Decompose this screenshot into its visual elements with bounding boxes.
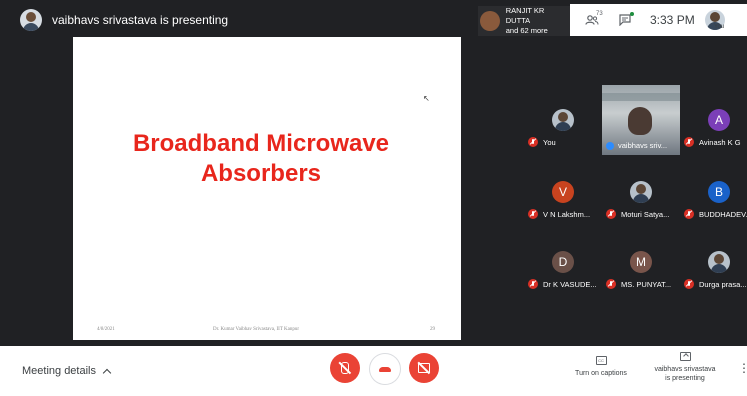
participant-tile[interactable]: D Dr K VASUDE... [524, 227, 601, 297]
chat-button[interactable] [612, 12, 638, 26]
participant-photo [630, 181, 652, 203]
more-vert-icon: ⋮ [738, 361, 747, 375]
presentation-status-button[interactable]: vaibhavs srivastava is presenting [646, 352, 724, 383]
presenter-avatar [20, 9, 42, 31]
captions-button[interactable]: CC Turn on captions [566, 356, 636, 377]
participant-name: BUDDHADEV... [699, 209, 747, 219]
mic-muted-icon [528, 279, 538, 289]
video-background [602, 93, 680, 101]
mic-muted-icon [684, 209, 694, 219]
leave-call-button[interactable] [369, 353, 401, 385]
participant-label: BUDDHADEV... [684, 209, 747, 219]
mic-muted-icon [606, 209, 616, 219]
participant-initial-avatar: B [708, 181, 730, 203]
participant-label: Durga prasa... [684, 279, 747, 289]
participant-photo [552, 109, 574, 131]
participant-name: Avinash K G [699, 137, 741, 147]
presentation-slide: Broadband Microwave Absorbers ↖ 4/8/2021… [73, 37, 461, 340]
slide-footer-date: 4/8/2021 [97, 327, 115, 332]
mouse-cursor-icon: ↖ [423, 94, 430, 103]
slide-title-line1: Broadband Microwave [132, 130, 390, 157]
participant-video-face [628, 107, 652, 135]
mic-muted-icon [528, 137, 538, 147]
participant-name: Moturi Satya... [621, 209, 670, 219]
people-button[interactable]: 73 [578, 11, 606, 25]
captions-label: Turn on captions [575, 370, 627, 377]
participant-name: Durga prasa... [699, 279, 747, 289]
presentation-status-label: vaibhavs srivastava is presenting [646, 365, 724, 383]
slide-footer-author: Dr. Kumar Vaibhav Srivastava, IIT Kanpur [213, 327, 300, 332]
participant-summary-more: and 62 more [505, 26, 548, 35]
participant-summary-avatar [480, 11, 500, 31]
participant-tile[interactable]: A Avinash K G [680, 85, 747, 155]
participant-photo [708, 251, 730, 273]
participant-name: vaibhavs sriv... [618, 141, 668, 150]
participant-initial-avatar: A [708, 109, 730, 131]
self-label: You [714, 24, 725, 30]
chat-notification-dot [630, 12, 634, 16]
participant-label: MS. PUNYAT... [606, 279, 679, 289]
participant-name: MS. PUNYAT... [621, 279, 672, 289]
presentation-status-line2: is presenting [665, 375, 705, 382]
participant-name: Dr K VASUDE... [543, 279, 597, 289]
participant-grid: You vaibhavs sriv... A Avinash K G V V N… [524, 85, 747, 295]
participant-label: Avinash K G [684, 137, 747, 147]
speaking-indicator-icon [606, 141, 614, 150]
phone-hangup-icon [379, 366, 391, 372]
participant-tile[interactable]: B BUDDHADEV... [680, 157, 747, 227]
top-toolbar: 73 3:33 PM [570, 4, 747, 36]
presentation-status-line1: vaibhavs srivastava [654, 366, 716, 373]
participant-initial-avatar: D [552, 251, 574, 273]
participant-summary-tile[interactable]: RANJIT KR DUTTA and 62 more [478, 6, 570, 36]
people-count: 73 [596, 11, 603, 17]
slide-footer-page: 29 [430, 327, 435, 332]
participant-summary-names: RANJIT KR DUTTA and 62 more [506, 6, 570, 36]
participant-label: Dr K VASUDE... [528, 279, 601, 289]
captions-icon: CC [595, 356, 607, 365]
participant-label: vaibhavs sriv... [606, 141, 679, 150]
clock: 3:33 PM [650, 13, 695, 27]
mic-muted-icon [684, 279, 694, 289]
presenting-text: vaibhavs srivastava is presenting [52, 13, 229, 27]
participant-label: Moturi Satya... [606, 209, 679, 219]
participant-name: V N Lakshm... [543, 209, 591, 219]
participant-summary-name: RANJIT KR DUTTA [505, 6, 545, 25]
chevron-up-icon [102, 368, 112, 377]
meeting-details-label: Meeting details [22, 365, 96, 377]
participant-initial-avatar: M [630, 251, 652, 273]
participant-tile[interactable]: Durga prasa... [680, 227, 747, 297]
participant-tile[interactable]: V V N Lakshm... [524, 157, 601, 227]
participant-tile[interactable]: You [524, 85, 601, 155]
participant-tile[interactable]: Moturi Satya... [602, 157, 679, 227]
meet-stage: vaibhavs srivastava is presenting RANJIT… [0, 0, 747, 346]
more-options-button[interactable]: ⋮ [738, 362, 747, 374]
participant-name: You [543, 137, 556, 147]
participant-tile[interactable]: M MS. PUNYAT... [602, 227, 679, 297]
present-screen-icon [679, 352, 691, 361]
participant-video-tile[interactable]: vaibhavs sriv... [602, 85, 680, 155]
meeting-details-button[interactable]: Meeting details [22, 365, 112, 377]
chat-icon [619, 14, 631, 26]
mic-muted-icon [606, 279, 616, 289]
participant-label: You [528, 137, 601, 147]
mic-muted-icon [528, 209, 538, 219]
microphone-toggle-button[interactable] [330, 353, 360, 383]
presenter-bar: vaibhavs srivastava is presenting [8, 4, 468, 36]
mic-muted-icon [684, 137, 694, 147]
bottom-control-bar: Meeting details CC Turn on captions vaib… [0, 346, 747, 396]
slide-title-line2: Absorbers [200, 160, 322, 187]
participant-label: V N Lakshm... [528, 209, 601, 219]
participant-initial-avatar: V [552, 181, 574, 203]
slide-title: Broadband Microwave Absorbers [73, 129, 449, 189]
camera-toggle-button[interactable] [409, 353, 439, 383]
